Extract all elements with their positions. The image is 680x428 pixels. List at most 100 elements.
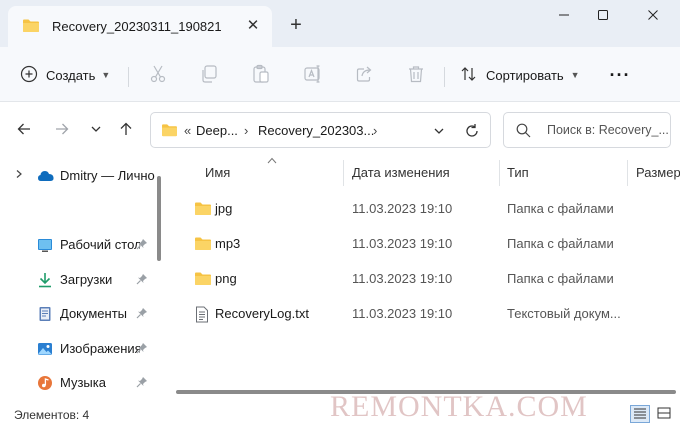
downloads-icon	[37, 272, 53, 288]
chevron-down-icon: ▼	[101, 70, 111, 80]
new-tab-button[interactable]: +	[285, 15, 307, 37]
pin-icon[interactable]	[136, 307, 148, 322]
watermark: REMONTKA.COM	[330, 390, 588, 423]
plus-circle-icon	[20, 65, 38, 86]
sort-icon	[460, 65, 478, 86]
maximize-button[interactable]	[580, 0, 626, 34]
column-divider[interactable]	[499, 160, 500, 186]
details-view-icon	[633, 407, 647, 422]
folder-icon	[194, 236, 212, 254]
file-type: Папка с файлами	[507, 271, 614, 286]
table-row[interactable]: mp3 11.03.2023 19:10 Папка с файлами	[172, 227, 680, 261]
file-name: mp3	[215, 236, 241, 251]
column-header-size[interactable]: Размер	[636, 165, 680, 180]
search-icon	[516, 123, 531, 141]
file-date: 11.03.2023 19:10	[352, 306, 453, 321]
pin-icon[interactable]	[136, 238, 148, 253]
forward-button[interactable]	[50, 118, 74, 142]
back-button[interactable]	[12, 118, 36, 142]
desktop-icon	[37, 237, 53, 253]
tiles-view-icon	[657, 407, 671, 422]
sidebar-item-onedrive[interactable]: Dmitry — Личное	[0, 162, 155, 190]
command-bar: Создать ▼ Сортировать ▼ ···	[0, 47, 680, 102]
share-icon	[355, 64, 375, 87]
sidebar-item-label: Рабочий стол	[60, 237, 140, 252]
text-file-icon	[194, 306, 210, 326]
chevron-down-icon: ▼	[570, 70, 580, 80]
up-button[interactable]	[114, 118, 138, 142]
item-count: Элементов: 4	[14, 408, 90, 422]
file-name: png	[215, 271, 237, 286]
file-type: Текстовый докум...	[507, 306, 621, 321]
folder-icon	[194, 201, 212, 219]
column-header-date[interactable]: Дата изменения	[352, 165, 450, 180]
delete-button[interactable]	[404, 61, 428, 89]
breadcrumb-segment[interactable]: Recovery_202303...	[258, 123, 374, 138]
sort-button[interactable]: Сортировать ▼	[460, 61, 580, 89]
column-divider[interactable]	[343, 160, 344, 186]
file-date: 11.03.2023 19:10	[352, 236, 453, 251]
table-row[interactable]: RecoveryLog.txt 11.03.2023 19:10 Текстов…	[172, 297, 680, 331]
search-input[interactable]: Поиск в: Recovery_...	[503, 112, 671, 148]
cut-button[interactable]	[146, 61, 170, 89]
sidebar-item-desktop[interactable]: Рабочий стол	[0, 231, 155, 259]
pictures-icon	[37, 341, 53, 357]
arrow-right-icon	[54, 121, 70, 140]
sort-label: Сортировать	[486, 67, 564, 83]
sidebar-item-label: Документы	[60, 306, 128, 321]
pin-icon[interactable]	[136, 273, 148, 288]
sidebar-scrollbar[interactable]	[157, 176, 161, 261]
sort-ascending-icon	[267, 156, 277, 167]
tiles-view-button[interactable]	[654, 405, 674, 423]
arrow-up-icon	[118, 121, 134, 140]
copy-button[interactable]	[197, 61, 221, 89]
column-header-name[interactable]: Имя	[205, 165, 230, 180]
create-label: Создать	[46, 67, 96, 83]
create-button[interactable]: Создать ▼	[20, 61, 110, 89]
pin-icon[interactable]	[136, 342, 148, 357]
paste-icon	[251, 64, 271, 87]
more-options-button[interactable]: ···	[608, 61, 632, 89]
sidebar-item-documents[interactable]: Документы	[0, 300, 155, 328]
tab-title: Recovery_20230311_190821	[52, 19, 222, 34]
file-date: 11.03.2023 19:10	[352, 201, 453, 216]
breadcrumb-segment[interactable]: Deep...	[196, 123, 238, 138]
rename-button[interactable]	[301, 61, 325, 89]
overflow-chevron-icon[interactable]: «	[184, 123, 191, 138]
breadcrumb-separator-icon[interactable]: ›	[373, 123, 377, 138]
cut-icon	[148, 64, 168, 87]
sidebar-item-music[interactable]: Музыка	[0, 369, 155, 397]
pin-icon[interactable]	[136, 376, 148, 391]
file-date: 11.03.2023 19:10	[352, 271, 453, 286]
address-bar[interactable]: « Deep... › Recovery_202303... ›	[150, 112, 491, 148]
close-button[interactable]	[630, 0, 676, 34]
sidebar-item-label: Музыка	[60, 375, 106, 390]
file-type: Папка с файлами	[507, 201, 614, 216]
sidebar-item-label: Изображения	[60, 341, 140, 356]
file-name: RecoveryLog.txt	[215, 306, 309, 321]
sidebar-item-pictures[interactable]: Изображения	[0, 335, 155, 363]
table-row[interactable]: jpg 11.03.2023 19:10 Папка с файлами	[172, 192, 680, 226]
folder-icon	[161, 123, 178, 140]
rename-icon	[303, 64, 323, 87]
details-view-button[interactable]	[630, 405, 650, 423]
tab-active[interactable]: Recovery_20230311_190821 ✕	[8, 6, 272, 47]
table-row[interactable]: png 11.03.2023 19:10 Папка с файлами	[172, 262, 680, 296]
file-name: jpg	[215, 201, 233, 216]
tab-close-icon[interactable]: ✕	[242, 15, 264, 37]
column-divider[interactable]	[627, 160, 628, 186]
folder-icon	[22, 18, 40, 36]
chevron-right-icon[interactable]	[14, 169, 24, 182]
sidebar-item-downloads[interactable]: Загрузки	[0, 266, 155, 294]
music-icon	[37, 375, 53, 391]
share-button[interactable]	[353, 61, 377, 89]
recent-locations-button[interactable]	[84, 118, 108, 142]
breadcrumb-separator-icon[interactable]: ›	[244, 123, 248, 138]
search-placeholder: Поиск в: Recovery_...	[547, 123, 669, 137]
paste-button[interactable]	[249, 61, 273, 89]
title-bar: Recovery_20230311_190821 ✕ +	[0, 0, 680, 47]
refresh-icon[interactable]	[461, 120, 483, 142]
folder-icon	[194, 271, 212, 289]
address-dropdown-button[interactable]	[429, 121, 449, 141]
column-header-type[interactable]: Тип	[507, 165, 529, 180]
